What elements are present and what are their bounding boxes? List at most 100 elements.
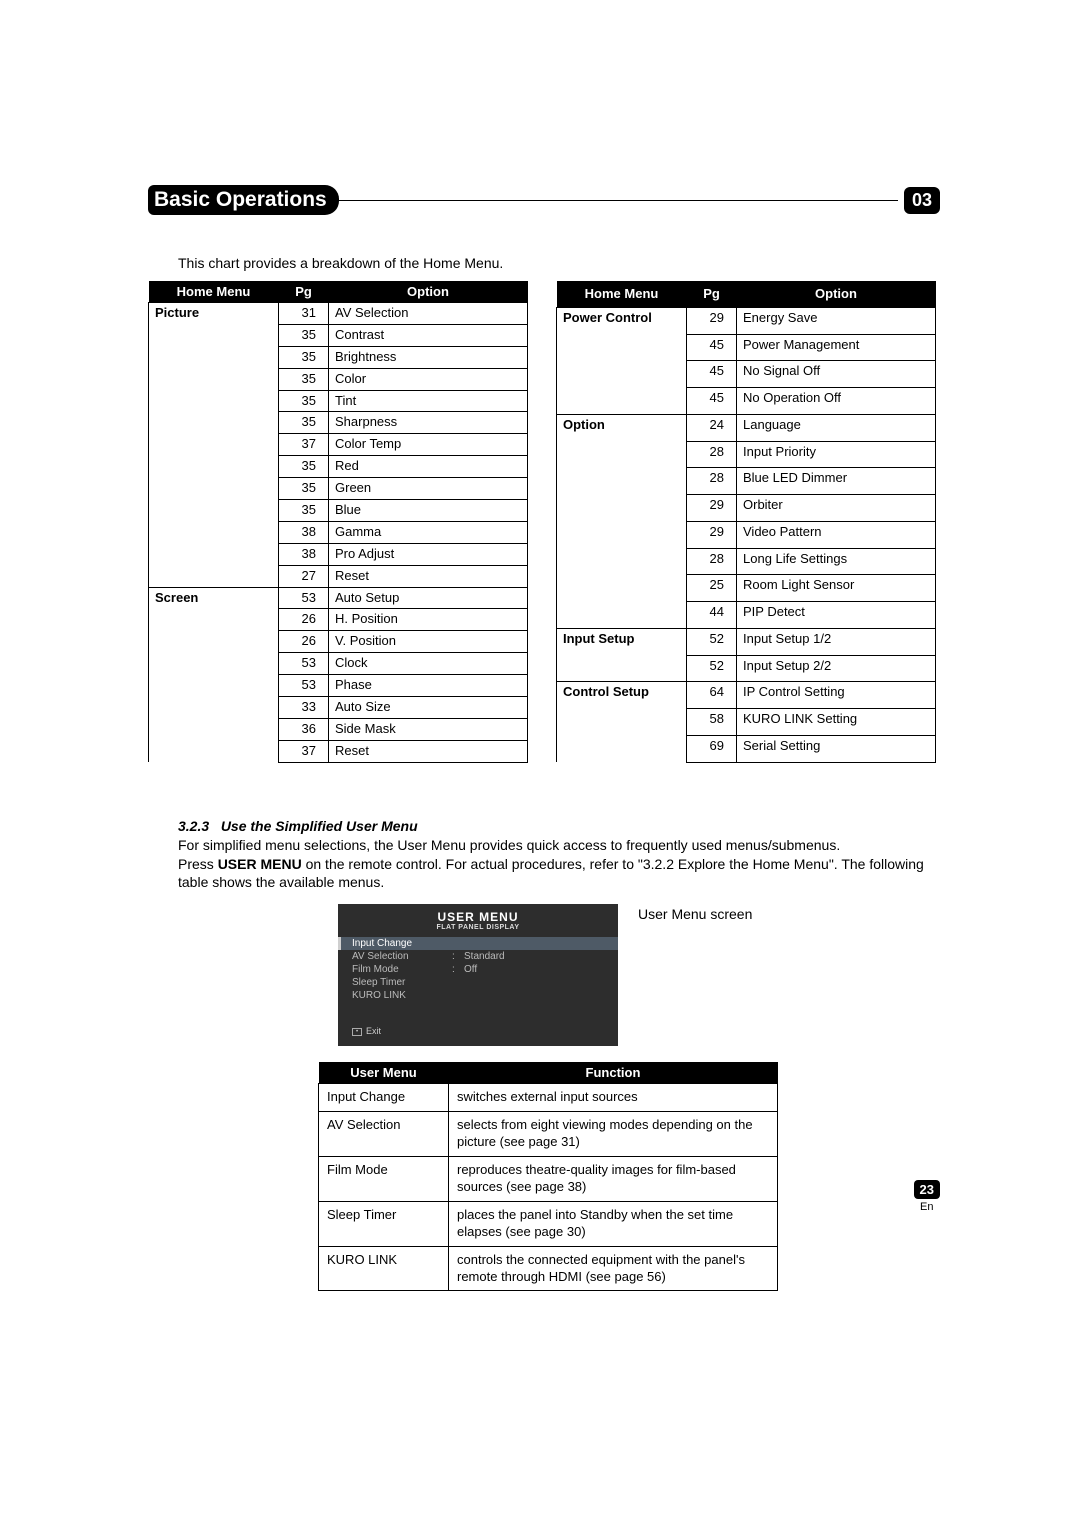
- table-pg: 35: [279, 324, 329, 346]
- table-option: Blue LED Dimmer: [737, 468, 936, 495]
- table-pg: 35: [279, 478, 329, 500]
- table-option: Green: [329, 478, 528, 500]
- subsection-heading: 3.2.3 Use the Simplified User Menu: [178, 818, 940, 834]
- user-menu-name: KURO LINK: [319, 1246, 449, 1291]
- table-option: Reset: [329, 740, 528, 762]
- table-pg: 35: [279, 500, 329, 522]
- table-row: Input Changeswitches external input sour…: [319, 1084, 778, 1112]
- subsection-para1: For simplified menu selections, the User…: [178, 836, 940, 855]
- table-pg: 36: [279, 718, 329, 740]
- table-pg: 53: [279, 653, 329, 675]
- table-pg: 29: [687, 307, 737, 334]
- table-option: Input Setup 2/2: [737, 655, 936, 682]
- table-option: Input Setup 1/2: [737, 628, 936, 655]
- table-pg: 28: [687, 441, 737, 468]
- user-menu-function: selects from eight viewing modes dependi…: [449, 1112, 778, 1157]
- table-pg: 33: [279, 697, 329, 719]
- col-pg: Pg: [279, 281, 329, 303]
- table-option: Contrast: [329, 324, 528, 346]
- col-home-menu: Home Menu: [149, 281, 279, 303]
- table-pg: 29: [687, 495, 737, 522]
- table-option: AV Selection: [329, 303, 528, 325]
- table-pg: 38: [279, 543, 329, 565]
- table-option: Video Pattern: [737, 521, 936, 548]
- table-option: Brightness: [329, 346, 528, 368]
- table-option: Language: [737, 414, 936, 441]
- table-option: Red: [329, 456, 528, 478]
- table-pg: 26: [279, 631, 329, 653]
- section-header: Basic Operations 03: [148, 185, 940, 215]
- table-category: Picture: [149, 303, 279, 588]
- table-row: AV Selectionselects from eight viewing m…: [319, 1112, 778, 1157]
- user-menu-item: KURO LINK: [338, 989, 618, 1002]
- table-pg: 45: [687, 388, 737, 415]
- table-option: Auto Setup: [329, 587, 528, 609]
- table-pg: 52: [687, 628, 737, 655]
- table-pg: 28: [687, 468, 737, 495]
- screen-caption: User Menu screen: [638, 904, 752, 922]
- table-pg: 31: [279, 303, 329, 325]
- table-option: Sharpness: [329, 412, 528, 434]
- table-option: V. Position: [329, 631, 528, 653]
- table-row: KURO LINKcontrols the connected equipmen…: [319, 1246, 778, 1291]
- table-option: Long Life Settings: [737, 548, 936, 575]
- table-option: H. Position: [329, 609, 528, 631]
- table-option: No Signal Off: [737, 361, 936, 388]
- col-home-menu: Home Menu: [557, 281, 687, 307]
- table-option: Color Temp: [329, 434, 528, 456]
- table-option: Phase: [329, 675, 528, 697]
- table-pg: 45: [687, 361, 737, 388]
- user-menu-name: AV Selection: [319, 1112, 449, 1157]
- table-pg: 25: [687, 575, 737, 602]
- user-menu-function: reproduces theatre-quality images for fi…: [449, 1157, 778, 1202]
- table-option: Power Management: [737, 334, 936, 361]
- table-option: Serial Setting: [737, 735, 936, 762]
- table-option: Clock: [329, 653, 528, 675]
- table-option: Auto Size: [329, 697, 528, 719]
- table-pg: 29: [687, 521, 737, 548]
- table-category: Input Setup: [557, 628, 687, 682]
- table-pg: 28: [687, 548, 737, 575]
- table-pg: 35: [279, 346, 329, 368]
- section-title: Basic Operations: [148, 185, 339, 215]
- table-pg: 35: [279, 412, 329, 434]
- user-menu-title: USER MENU: [338, 904, 618, 924]
- table-row: Film Modereproduces theatre-quality imag…: [319, 1157, 778, 1202]
- table-option: KURO LINK Setting: [737, 709, 936, 736]
- page-footer: 23 En: [914, 1180, 940, 1213]
- intro-text: This chart provides a breakdown of the H…: [178, 255, 940, 271]
- table-pg: 26: [279, 609, 329, 631]
- user-menu-name: Input Change: [319, 1084, 449, 1112]
- table-pg: 64: [687, 682, 737, 709]
- table-pg: 24: [687, 414, 737, 441]
- page-number: 23: [914, 1180, 940, 1199]
- table-pg: 37: [279, 740, 329, 762]
- table-option: Room Light Sensor: [737, 575, 936, 602]
- user-menu-item: Sleep Timer: [338, 976, 618, 989]
- user-menu-name: Film Mode: [319, 1157, 449, 1202]
- table-option: Orbiter: [737, 495, 936, 522]
- col-option: Option: [329, 281, 528, 303]
- table-option: Tint: [329, 390, 528, 412]
- table-pg: 69: [687, 735, 737, 762]
- table-pg: 53: [279, 675, 329, 697]
- col-user-menu: User Menu: [319, 1062, 449, 1084]
- table-option: Blue: [329, 500, 528, 522]
- home-menu-table-right: Home Menu Pg Option Power Control29Energ…: [556, 281, 936, 763]
- user-menu-item: Film Mode:Off: [338, 963, 618, 976]
- table-pg: 37: [279, 434, 329, 456]
- table-option: Color: [329, 368, 528, 390]
- user-menu-function: places the panel into Standby when the s…: [449, 1201, 778, 1246]
- user-menu-item: Input Change: [338, 937, 618, 950]
- table-pg: 58: [687, 709, 737, 736]
- table-option: IP Control Setting: [737, 682, 936, 709]
- table-option: No Operation Off: [737, 388, 936, 415]
- table-option: Gamma: [329, 521, 528, 543]
- table-category: Control Setup: [557, 682, 687, 762]
- home-menu-table-left: Home Menu Pg Option Picture31AV Selectio…: [148, 281, 528, 763]
- user-menu-screenshot: USER MENU FLAT PANEL DISPLAY Input Chang…: [338, 904, 618, 1046]
- user-menu-function: switches external input sources: [449, 1084, 778, 1112]
- table-pg: 53: [279, 587, 329, 609]
- table-pg: 35: [279, 456, 329, 478]
- user-menu-subtitle: FLAT PANEL DISPLAY: [338, 924, 618, 931]
